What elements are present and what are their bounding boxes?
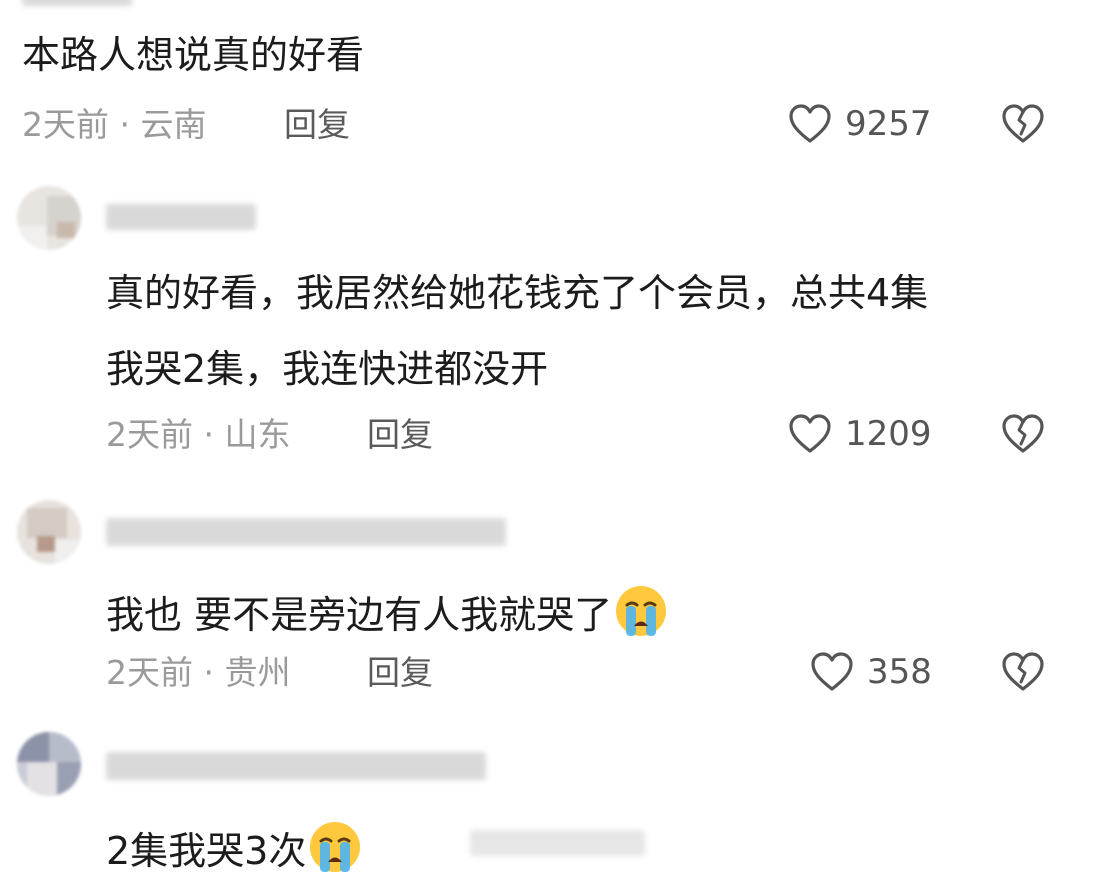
comment-location: 山东 <box>224 415 291 454</box>
heart-outline-icon[interactable] <box>809 651 855 693</box>
username-blurred <box>22 0 132 6</box>
comment-text-line: 真的好看，我居然给她花钱充了个会员，总共4集 <box>106 271 929 315</box>
crying-face-icon <box>616 586 667 636</box>
reply-button[interactable]: 回复 <box>284 108 350 141</box>
avatar[interactable] <box>17 732 81 796</box>
meta-separator: · <box>193 415 225 454</box>
comment-time: 2天前 <box>106 653 193 692</box>
meta-separator: · <box>193 653 225 692</box>
like-count: 358 <box>867 652 932 692</box>
comment-meta: 2天前 · 山东 <box>106 418 290 451</box>
comment-text: 本路人想说真的好看 <box>22 33 365 77</box>
like-count: 1209 <box>845 414 932 454</box>
avatar[interactable] <box>17 186 81 250</box>
broken-heart-icon[interactable] <box>1000 413 1046 455</box>
comment-text: 我也 要不是旁边有人我就哭了 <box>106 584 668 638</box>
broken-heart-icon[interactable] <box>1000 651 1046 693</box>
comment-meta: 2天前 · 贵州 <box>106 656 290 689</box>
comment-time: 2天前 <box>22 105 109 144</box>
comment-meta: 2天前 · 云南 <box>22 108 206 141</box>
meta-separator: · <box>109 105 141 144</box>
broken-heart-icon[interactable] <box>1000 103 1046 145</box>
username-blurred[interactable] <box>106 518 506 546</box>
avatar[interactable] <box>17 500 81 564</box>
comment-text-content: 2集我哭3次 <box>106 829 307 873</box>
heart-outline-icon[interactable] <box>787 103 833 145</box>
comment-text-content: 我也 要不是旁边有人我就哭了 <box>106 593 613 637</box>
reply-button[interactable]: 回复 <box>367 418 433 451</box>
heart-outline-icon[interactable] <box>787 413 833 455</box>
watermark-blurred <box>470 830 645 856</box>
comment-time: 2天前 <box>106 415 193 454</box>
comment-location: 贵州 <box>224 653 291 692</box>
username-blurred[interactable] <box>106 204 256 230</box>
comment-text-line: 我哭2集，我连快进都没开 <box>106 347 549 391</box>
reply-button[interactable]: 回复 <box>367 656 433 689</box>
like-count: 9257 <box>845 104 932 144</box>
comment-location: 云南 <box>140 105 207 144</box>
comment-text: 2集我哭3次 <box>106 820 362 874</box>
username-blurred[interactable] <box>106 752 486 780</box>
crying-face-icon <box>310 822 361 872</box>
